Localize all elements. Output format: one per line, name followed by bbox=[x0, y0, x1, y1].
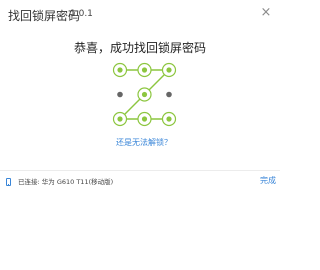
pattern-dot-inactive bbox=[117, 91, 123, 98]
phone-icon bbox=[6, 178, 11, 186]
pattern-dot-active bbox=[137, 111, 152, 127]
pattern-dot-active bbox=[137, 62, 152, 78]
app-window: 找回锁屏密码 1.0.1 × 恭喜，成功找回锁屏密码 还是无法解锁？ 已连接: … bbox=[0, 0, 280, 270]
pattern-dot-active bbox=[161, 111, 177, 127]
finish-button[interactable]: 完成 bbox=[260, 174, 290, 188]
pattern-dot-active bbox=[112, 62, 128, 78]
pattern-dot-active bbox=[161, 62, 177, 78]
connection-status-text: 已连接: 华为 G610 T11(移动版) bbox=[18, 178, 114, 186]
pattern-dot-active bbox=[137, 87, 152, 102]
empty-footer-area bbox=[0, 195, 280, 270]
still-cannot-unlock-link[interactable]: 还是无法解锁？ bbox=[0, 137, 288, 148]
pattern-dot-active bbox=[112, 111, 128, 127]
footer-divider bbox=[0, 170, 280, 171]
pattern-dot-inactive bbox=[166, 91, 172, 98]
